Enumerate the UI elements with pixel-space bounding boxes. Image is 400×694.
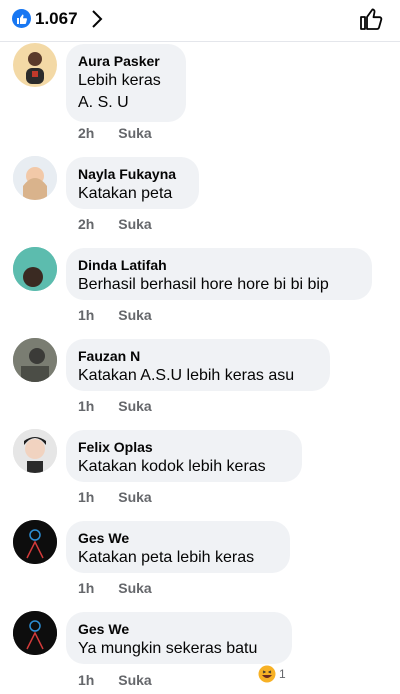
like-link[interactable]: Suka (118, 580, 151, 596)
comment-meta: 2h Suka (78, 125, 152, 141)
avatar[interactable] (13, 611, 57, 655)
comment-time: 1h (78, 398, 95, 414)
like-reaction-icon (12, 9, 31, 28)
comment-author[interactable]: Dinda Latifah (78, 256, 360, 274)
reaction-count: 1 (279, 667, 286, 681)
comment-bubble: Ges We Katakan peta lebih keras (66, 521, 290, 573)
comment-time: 1h (78, 672, 95, 688)
comment-time: 1h (78, 580, 95, 596)
comment-author[interactable]: Aura Pasker (78, 52, 174, 70)
like-button[interactable] (358, 6, 384, 32)
avatar[interactable] (13, 156, 57, 200)
comment-time: 2h (78, 125, 95, 141)
like-link[interactable]: Suka (118, 125, 151, 141)
avatar[interactable] (13, 247, 57, 291)
comment-time: 2h (78, 216, 95, 232)
comment-reactions[interactable]: 1 (258, 665, 286, 683)
comment-text: Katakan peta lebih keras (78, 549, 255, 566)
comment-author[interactable]: Nayla Fukayna (78, 165, 187, 183)
comment-meta: 2h Suka (78, 216, 152, 232)
like-link[interactable]: Suka (118, 672, 151, 688)
comment-text: Ya mungkin sekeras batu (78, 640, 258, 657)
comment-time: 1h (78, 307, 95, 323)
comment-bubble: Fauzan N Katakan A.S.U lebih keras asu (66, 339, 330, 391)
comment-author[interactable]: Felix Oplas (78, 438, 290, 456)
like-link[interactable]: Suka (118, 398, 151, 414)
comment-bubble: Ges We Ya mungkin sekeras batu (66, 612, 292, 664)
comment-text: Katakan A.S.U lebih keras asu (78, 367, 295, 384)
comment-bubble: Aura Pasker Lebih keras A. S. U (66, 44, 186, 122)
reactions-bar: 1.067 (0, 0, 400, 42)
like-link[interactable]: Suka (118, 216, 151, 232)
comment-bubble: Dinda Latifah Berhasil berhasil hore hor… (66, 248, 372, 300)
comment-bubble: Nayla Fukayna Katakan peta (66, 157, 199, 209)
comment-text: Berhasil berhasil hore hore bi bi bip (78, 276, 329, 293)
comment-meta: 1h Suka (78, 672, 152, 688)
like-link[interactable]: Suka (118, 489, 151, 505)
chevron-right-icon[interactable] (90, 9, 104, 29)
comment-author[interactable]: Fauzan N (78, 347, 318, 365)
comment-meta: 1h Suka (78, 398, 152, 414)
comment-bubble: Felix Oplas Katakan kodok lebih keras (66, 430, 302, 482)
like-count[interactable]: 1.067 (35, 9, 78, 29)
avatar[interactable] (13, 43, 57, 87)
comment-text: Katakan peta (78, 185, 173, 202)
avatar[interactable] (13, 520, 57, 564)
avatar[interactable] (13, 338, 57, 382)
comment-author[interactable]: Ges We (78, 529, 278, 547)
haha-reaction-icon (258, 665, 276, 683)
comment-text: Katakan kodok lebih keras (78, 458, 266, 475)
avatar[interactable] (13, 429, 57, 473)
comment-meta: 1h Suka (78, 580, 152, 596)
comment-meta: 1h Suka (78, 307, 152, 323)
comment-text: Lebih keras A. S. U (78, 72, 161, 111)
comment-author[interactable]: Ges We (78, 620, 280, 638)
comment-time: 1h (78, 489, 95, 505)
comment-meta: 1h Suka (78, 489, 152, 505)
like-link[interactable]: Suka (118, 307, 151, 323)
